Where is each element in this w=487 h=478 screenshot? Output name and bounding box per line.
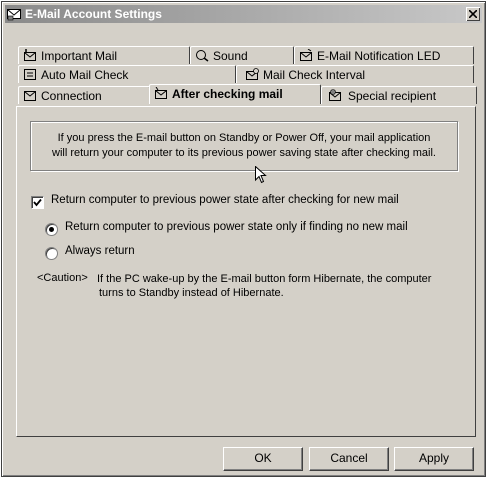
radio-only-if-no-new-mail[interactable] — [45, 223, 58, 236]
tab-after-checking-mail[interactable]: After checking mail — [149, 84, 321, 104]
tab-important-mail[interactable]: Important Mail — [18, 46, 190, 64]
tab-panel-after-checking-mail: If you press the E-mail button on Standb… — [16, 106, 476, 437]
after-check-icon — [154, 86, 168, 100]
tab-label: Sound — [213, 49, 248, 63]
return-power-state-checkbox[interactable] — [31, 196, 44, 209]
tab-special-recipient[interactable]: Special recipient — [321, 86, 477, 104]
important-mail-icon — [23, 49, 37, 62]
radio-always-return[interactable] — [45, 247, 58, 260]
tab-email-led[interactable]: E-Mail Notification LED — [294, 46, 474, 64]
tab-label: E-Mail Notification LED — [317, 49, 441, 63]
tab-label: After checking mail — [172, 87, 283, 101]
apply-button[interactable]: Apply — [394, 447, 474, 471]
window-title: E-Mail Account Settings — [25, 7, 162, 21]
caution-text-line1: If the PC wake-up by the E-mail button f… — [97, 273, 432, 285]
tab-mail-check-interval[interactable]: Mail Check Interval — [236, 65, 474, 83]
tab-connection[interactable]: Connection — [18, 86, 150, 104]
tab-label: Mail Check Interval — [263, 68, 366, 82]
tab-sound[interactable]: Sound — [190, 46, 294, 64]
caution-text: If the PC wake-up by the E-mail button f… — [97, 272, 457, 300]
sound-icon — [195, 49, 209, 62]
close-icon — [469, 10, 477, 18]
info-box: If you press the E-mail button on Standb… — [30, 121, 458, 171]
connection-icon — [23, 89, 37, 102]
led-icon — [299, 48, 313, 62]
info-text-line2: will return your computer to its previou… — [52, 147, 436, 159]
checkmark-icon — [33, 198, 42, 207]
radio-always-return-label[interactable]: Always return — [65, 245, 135, 257]
mail-interval-icon — [245, 68, 259, 81]
tab-label: Connection — [41, 89, 102, 103]
title-bar[interactable]: E-Mail Account Settings — [5, 5, 482, 23]
mouse-cursor-icon — [255, 166, 267, 184]
tab-label: Special recipient — [348, 89, 437, 103]
caution-tag: <Caution> — [37, 272, 88, 284]
caution-text-line2: turns to Standby instead of Hibernate. — [99, 287, 284, 299]
auto-mail-check-icon — [23, 68, 37, 81]
email-settings-dialog: E-Mail Account Settings Important Mail S… — [1, 1, 486, 477]
ok-button[interactable]: OK — [223, 447, 303, 471]
mail-settings-icon — [7, 7, 21, 21]
tab-label: Auto Mail Check — [41, 68, 129, 82]
special-recipient-icon — [328, 89, 342, 102]
tab-auto-mail-check[interactable]: Auto Mail Check — [18, 65, 236, 83]
info-text-line1: If you press the E-mail button on Standb… — [57, 132, 431, 144]
close-button[interactable] — [466, 7, 480, 21]
return-power-state-label[interactable]: Return computer to previous power state … — [51, 194, 399, 206]
tab-label: Important Mail — [41, 49, 118, 63]
cancel-button[interactable]: Cancel — [309, 447, 389, 471]
radio-only-if-no-new-mail-label[interactable]: Return computer to previous power state … — [65, 221, 408, 233]
